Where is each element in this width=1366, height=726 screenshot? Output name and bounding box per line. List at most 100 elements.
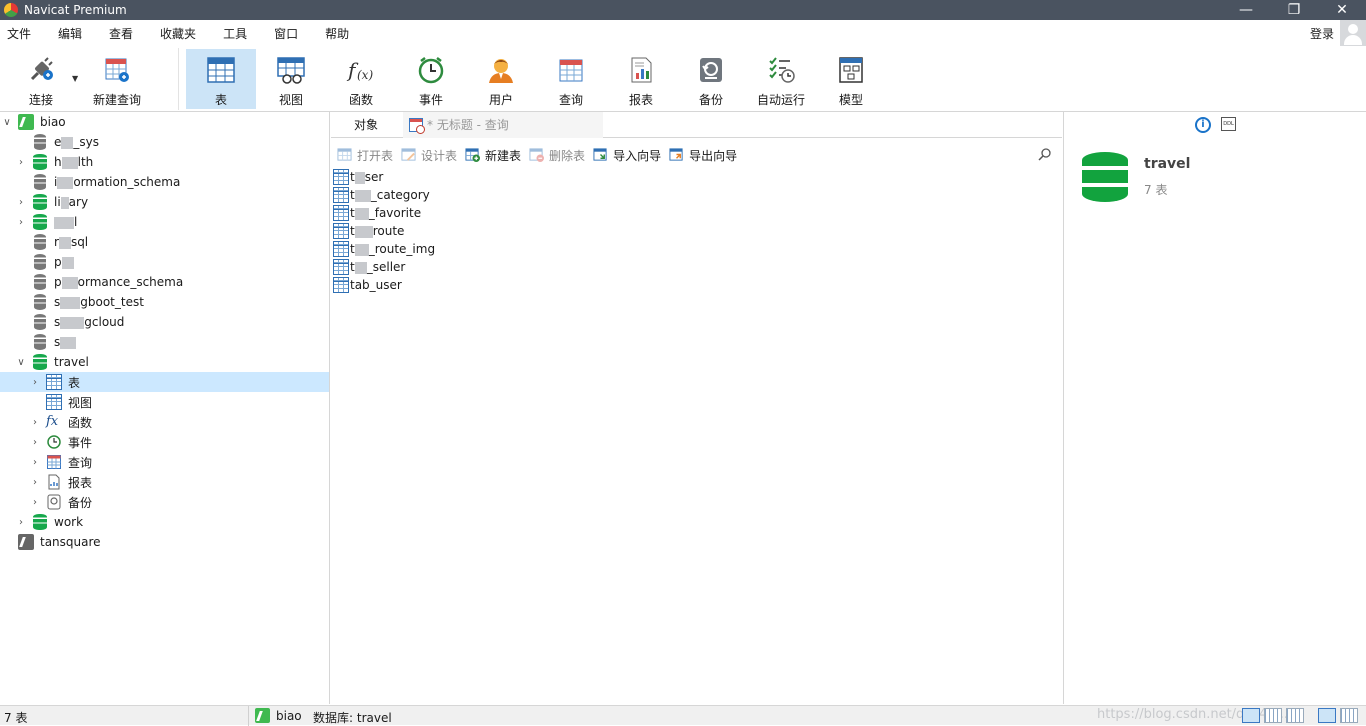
login-link[interactable]: 登录 bbox=[1310, 25, 1334, 42]
navigation-tree: ∨ biao e _sys › h lth i ormation_schema › l… bbox=[0, 112, 330, 704]
window-title: Navicat Premium bbox=[24, 3, 127, 17]
menu-edit[interactable]: 编辑 bbox=[51, 25, 94, 42]
database-icon bbox=[33, 154, 47, 170]
connect-dropdown-icon[interactable]: ▼ bbox=[72, 74, 78, 83]
search-icon[interactable] bbox=[1038, 147, 1052, 161]
query-button[interactable]: 查询 bbox=[536, 49, 606, 109]
expand-chevron-icon[interactable]: › bbox=[30, 417, 40, 428]
table-item[interactable]: t _route_img bbox=[331, 240, 1062, 258]
menu-help[interactable]: 帮助 bbox=[318, 25, 361, 42]
tree-database[interactable]: r sql bbox=[0, 232, 329, 252]
tree-database-work[interactable]: › work bbox=[0, 512, 329, 532]
database-icon bbox=[33, 214, 47, 230]
report-button[interactable]: 报表 bbox=[606, 49, 676, 109]
table-button[interactable]: 表 bbox=[186, 49, 256, 109]
tab-objects[interactable]: 对象 bbox=[331, 112, 401, 138]
menu-window[interactable]: 窗口 bbox=[267, 25, 310, 42]
tree-database[interactable]: s gboot_test bbox=[0, 292, 329, 312]
maximize-button[interactable]: ❐ bbox=[1270, 0, 1318, 20]
expand-chevron-icon[interactable]: › bbox=[30, 377, 40, 388]
table-item[interactable]: tab_user bbox=[331, 276, 1062, 294]
minimize-button[interactable]: — bbox=[1222, 0, 1270, 20]
import-wizard-button[interactable]: 导入向导 bbox=[593, 147, 661, 164]
table-item[interactable]: t _favorite bbox=[331, 204, 1062, 222]
tree-database[interactable]: p bbox=[0, 252, 329, 272]
table-item[interactable]: t _seller bbox=[331, 258, 1062, 276]
status-database: 数据库: travel bbox=[313, 711, 392, 725]
menu-tools[interactable]: 工具 bbox=[216, 25, 259, 42]
tree-item-reports[interactable]: › 报表 bbox=[0, 472, 329, 492]
tab-query-label: * 无标题 - 查询 bbox=[427, 118, 509, 132]
table-item[interactable]: t route bbox=[331, 222, 1062, 240]
tree-database[interactable]: s gcloud bbox=[0, 312, 329, 332]
backup-icon bbox=[700, 58, 722, 82]
collapse-chevron-icon[interactable]: ∨ bbox=[2, 117, 12, 128]
backup-icon bbox=[47, 494, 61, 510]
tree-database[interactable]: e _sys bbox=[0, 132, 329, 152]
toggle-right-pane-button[interactable] bbox=[1340, 708, 1358, 723]
tree-database-travel[interactable]: ∨ travel bbox=[0, 352, 329, 372]
tree-item-events[interactable]: › 事件 bbox=[0, 432, 329, 452]
er-view-button[interactable] bbox=[1286, 708, 1304, 723]
menu-favorites[interactable]: 收藏夹 bbox=[153, 25, 208, 42]
event-button[interactable]: 事件 bbox=[396, 49, 466, 109]
info-icon[interactable]: i bbox=[1195, 117, 1211, 133]
tree-connection-tansquare[interactable]: tansquare bbox=[0, 532, 329, 552]
tree-database[interactable]: › li ary bbox=[0, 192, 329, 212]
tree-item-tables[interactable]: › 表 bbox=[0, 372, 329, 392]
expand-chevron-icon[interactable]: › bbox=[16, 157, 26, 168]
tree-database[interactable]: i ormation_schema bbox=[0, 172, 329, 192]
backup-button[interactable]: 备份 bbox=[676, 49, 746, 109]
database-icon bbox=[33, 194, 47, 210]
expand-chevron-icon[interactable]: › bbox=[16, 197, 26, 208]
export-wizard-button[interactable]: 导出向导 bbox=[669, 147, 737, 164]
tree-database[interactable]: › l bbox=[0, 212, 329, 232]
menu-file[interactable]: 文件 bbox=[0, 25, 43, 42]
model-button[interactable]: 模型 bbox=[816, 49, 886, 109]
status-object-count: 7 表 bbox=[4, 711, 28, 725]
table-item[interactable]: t ser bbox=[331, 168, 1062, 186]
tree-connection-biao[interactable]: ∨ biao bbox=[0, 112, 329, 132]
tree-label: p ormance_schema bbox=[54, 275, 184, 289]
open-table-button[interactable]: 打开表 bbox=[337, 147, 393, 164]
clock-icon bbox=[418, 57, 444, 84]
view-button[interactable]: 视图 bbox=[256, 49, 326, 109]
import-icon bbox=[593, 147, 607, 161]
tree-item-views[interactable]: 视图 bbox=[0, 392, 329, 412]
detail-view-button[interactable] bbox=[1264, 708, 1282, 723]
close-button[interactable]: ✕ bbox=[1318, 0, 1366, 20]
table-item[interactable]: t _category bbox=[331, 186, 1062, 204]
avatar-icon[interactable] bbox=[1340, 20, 1366, 46]
ddl-icon[interactable]: DDL bbox=[1221, 117, 1236, 131]
expand-chevron-icon[interactable]: › bbox=[16, 517, 26, 528]
automation-button[interactable]: 自动运行 bbox=[746, 49, 816, 109]
tree-item-queries[interactable]: › 查询 bbox=[0, 452, 329, 472]
delete-table-button[interactable]: 删除表 bbox=[529, 147, 585, 164]
tab-untitled-query[interactable]: * 无标题 - 查询 bbox=[403, 112, 603, 138]
expand-chevron-icon[interactable]: › bbox=[16, 217, 26, 228]
connect-button[interactable]: 连接 bbox=[6, 49, 76, 109]
new-query-button[interactable]: 新建查询 bbox=[82, 49, 152, 109]
expand-chevron-icon[interactable]: › bbox=[30, 437, 40, 448]
expand-chevron-icon[interactable]: › bbox=[30, 477, 40, 488]
tree-item-functions[interactable]: › fx 函数 bbox=[0, 412, 329, 432]
menu-view[interactable]: 查看 bbox=[102, 25, 145, 42]
collapse-chevron-icon[interactable]: ∨ bbox=[16, 357, 26, 368]
model-label: 模型 bbox=[838, 93, 863, 107]
design-table-button[interactable]: 设计表 bbox=[401, 147, 457, 164]
function-button[interactable]: f (x) 函数 bbox=[326, 49, 396, 109]
tree-database[interactable]: s bbox=[0, 332, 329, 352]
report-label: 报表 bbox=[628, 93, 653, 107]
tree-database[interactable]: p ormance_schema bbox=[0, 272, 329, 292]
tree-item-backups[interactable]: › 备份 bbox=[0, 492, 329, 512]
toggle-left-pane-button[interactable] bbox=[1318, 708, 1336, 723]
tree-label: 报表 bbox=[68, 475, 93, 490]
user-button[interactable]: 用户 bbox=[466, 49, 536, 109]
list-view-button[interactable] bbox=[1242, 708, 1260, 723]
window-controls: — ❐ ✕ bbox=[1222, 0, 1366, 20]
expand-chevron-icon[interactable]: › bbox=[30, 457, 40, 468]
expand-chevron-icon[interactable]: › bbox=[30, 497, 40, 508]
table-name: t route bbox=[350, 224, 405, 238]
new-table-button[interactable]: 新建表 bbox=[465, 147, 521, 164]
tree-database[interactable]: › h lth bbox=[0, 152, 329, 172]
